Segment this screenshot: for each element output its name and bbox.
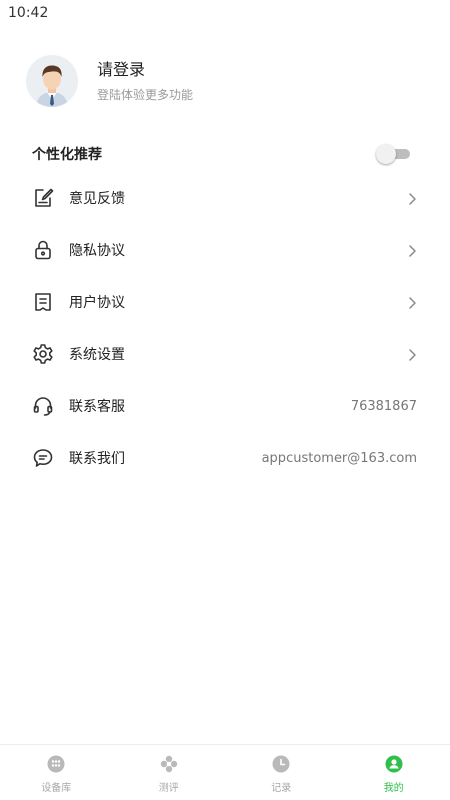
status-time: 10:42 [8, 5, 49, 21]
login-text-block: 请登录 登陆体验更多功能 [97, 59, 193, 103]
feedback-edit-icon [32, 187, 54, 209]
chevron-right-icon [407, 295, 417, 309]
tab-device-library[interactable]: 设备库 [0, 745, 113, 800]
personalized-recommendation-row: 个性化推荐 [32, 140, 410, 168]
headset-icon [32, 395, 54, 417]
menu-item-privacy-policy[interactable]: 隐私协议 [0, 224, 450, 276]
menu-item-contact-us[interactable]: 联系我们 appcustomer@163.com [0, 432, 450, 484]
profile-icon [385, 755, 403, 773]
personalized-recommendation-toggle[interactable] [376, 144, 410, 164]
profile-screen: 10:42 请登录 登陆体验更多功能 个性化推荐 意见反馈 隐私协议 用户协议 … [0, 0, 450, 800]
chat-bubble-icon [32, 447, 54, 469]
toggle-knob [376, 144, 396, 164]
status-bar: 10:42 [0, 0, 450, 26]
flower-icon [160, 755, 178, 773]
chevron-right-icon [407, 243, 417, 257]
menu-label: 隐私协议 [69, 243, 125, 259]
clock-icon [272, 755, 290, 773]
menu-label: 意见反馈 [69, 191, 125, 207]
menu-label: 用户协议 [69, 295, 125, 311]
chevron-right-icon [407, 191, 417, 205]
personalized-recommendation-label: 个性化推荐 [32, 147, 102, 163]
chevron-right-icon [407, 347, 417, 361]
tab-label: 测评 [158, 783, 179, 794]
menu-label: 系统设置 [69, 347, 125, 363]
menu-label: 联系我们 [69, 451, 125, 467]
menu-label: 联系客服 [69, 399, 125, 415]
contact-email: appcustomer@163.com [261, 450, 417, 466]
menu-item-system-settings[interactable]: 系统设置 [0, 328, 450, 380]
lock-icon [32, 239, 54, 261]
tab-label: 我的 [383, 783, 404, 794]
grid-circle-icon [47, 755, 65, 773]
login-subtitle: 登陆体验更多功能 [97, 88, 194, 102]
tab-review[interactable]: 测评 [113, 745, 226, 800]
tab-label: 设备库 [41, 783, 72, 794]
login-header[interactable]: 请登录 登陆体验更多功能 [26, 54, 426, 108]
menu-item-customer-service[interactable]: 联系客服 76381867 [0, 380, 450, 432]
settings-menu: 意见反馈 隐私协议 用户协议 系统设置 联系客服 76381867 联系我们 a… [0, 172, 450, 484]
document-icon [32, 291, 54, 313]
tab-mine[interactable]: 我的 [338, 745, 450, 800]
customer-service-number: 76381867 [350, 398, 417, 414]
user-avatar-icon[interactable] [26, 55, 78, 107]
gear-icon [32, 343, 54, 365]
menu-item-feedback[interactable]: 意见反馈 [0, 172, 450, 224]
login-title[interactable]: 请登录 [97, 59, 193, 81]
bottom-tab-bar: 设备库 测评 记录 我的 [0, 744, 450, 800]
tab-label: 记录 [271, 783, 292, 794]
menu-item-user-agreement[interactable]: 用户协议 [0, 276, 450, 328]
tab-records[interactable]: 记录 [225, 745, 338, 800]
